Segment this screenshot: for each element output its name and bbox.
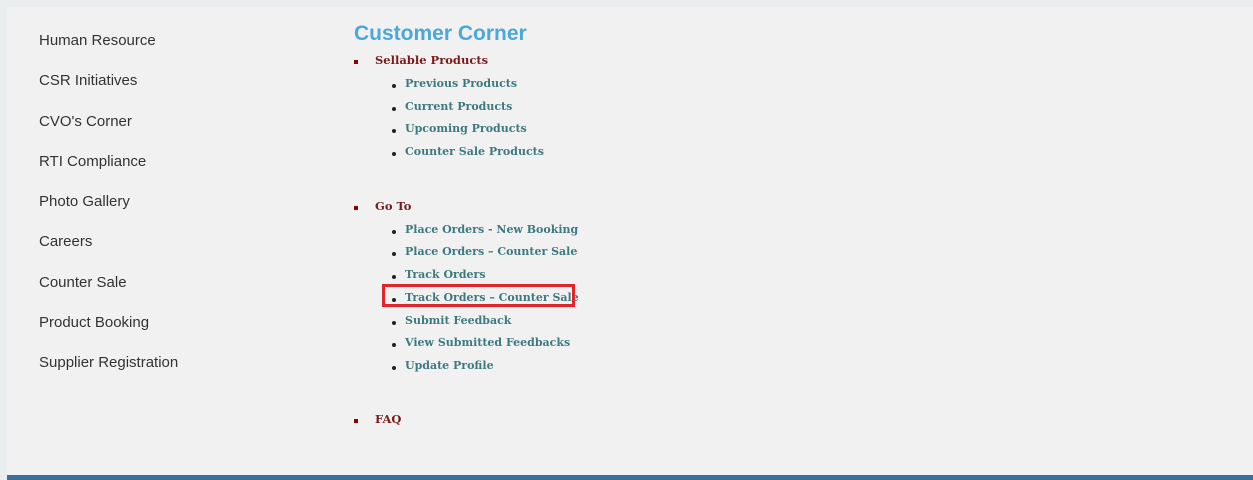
square-bullet-icon	[354, 418, 358, 423]
page-title: Customer Corner	[354, 22, 527, 45]
nav-item-csr-initiatives[interactable]: CSR Initiatives	[39, 61, 299, 101]
section-heading-go-to[interactable]: Go To	[354, 197, 954, 215]
page-frame: Human Resource CSR Initiatives CVO's Cor…	[7, 7, 1253, 480]
list-item: Current Products	[354, 96, 954, 119]
nav-item-careers[interactable]: Careers	[39, 222, 299, 262]
round-bullet-icon	[392, 129, 396, 134]
section-heading-label: FAQ	[375, 411, 402, 426]
list-item: View Submitted Feedbacks	[354, 332, 954, 355]
nav-item-counter-sale[interactable]: Counter Sale	[39, 263, 299, 303]
footer-bar	[7, 475, 1253, 480]
section-sellable-products: Sellable Products Previous Products Curr…	[354, 51, 954, 164]
round-bullet-icon	[392, 320, 396, 325]
round-bullet-icon	[392, 297, 396, 302]
round-bullet-icon	[392, 365, 396, 370]
section-heading-label: Sellable Products	[375, 53, 489, 67]
nav-item-cvos-corner[interactable]: CVO's Corner	[39, 102, 299, 142]
nav-item-photo-gallery[interactable]: Photo Gallery	[39, 182, 299, 222]
round-bullet-icon	[392, 343, 396, 348]
link-place-orders-new-booking[interactable]: Place Orders - New Booking	[405, 223, 578, 236]
list-item: Place Orders – Counter Sale	[354, 241, 954, 264]
link-previous-products[interactable]: Previous Products	[405, 77, 517, 90]
round-bullet-icon	[392, 275, 396, 280]
nav-item-supplier-registration[interactable]: Supplier Registration	[39, 343, 299, 383]
nav-item-product-booking[interactable]: Product Booking	[39, 303, 299, 343]
section-heading-faq[interactable]: FAQ	[354, 410, 954, 428]
link-place-orders-counter-sale[interactable]: Place Orders – Counter Sale	[405, 245, 577, 258]
section-faq: FAQ	[354, 410, 954, 428]
nav-item-human-resource[interactable]: Human Resource	[39, 21, 299, 61]
list-item: Update Profile	[354, 355, 954, 378]
round-bullet-icon	[392, 106, 396, 111]
link-track-orders[interactable]: Track Orders	[405, 268, 486, 281]
list-item: Submit Feedback	[354, 310, 954, 333]
list-item: Counter Sale Products	[354, 141, 954, 164]
section-go-to: Go To Place Orders - New Booking Place O…	[354, 197, 954, 378]
link-current-products[interactable]: Current Products	[405, 100, 512, 113]
link-update-profile[interactable]: Update Profile	[405, 359, 494, 372]
round-bullet-icon	[392, 229, 396, 234]
link-submit-feedback[interactable]: Submit Feedback	[405, 314, 511, 327]
list-item: Track Orders – Counter Sale	[354, 283, 954, 310]
round-bullet-icon	[392, 252, 396, 257]
square-bullet-icon	[354, 205, 358, 210]
go-to-list: Place Orders - New Booking Place Orders …	[354, 219, 954, 378]
link-view-submitted-feedbacks[interactable]: View Submitted Feedbacks	[405, 336, 570, 349]
section-heading-sellable-products[interactable]: Sellable Products	[354, 51, 954, 69]
main-content: Customer Corner Sellable Products Previo…	[354, 21, 954, 428]
square-bullet-icon	[354, 60, 358, 64]
highlight-box	[382, 283, 575, 307]
link-upcoming-products[interactable]: Upcoming Products	[405, 122, 527, 135]
round-bullet-icon	[392, 84, 396, 88]
list-item: Place Orders - New Booking	[354, 219, 954, 242]
round-bullet-icon	[392, 152, 396, 157]
nav-item-rti-compliance[interactable]: RTI Compliance	[39, 142, 299, 182]
sellable-products-list: Previous Products Current Products Upcom…	[354, 73, 954, 164]
list-item: Previous Products	[354, 73, 954, 96]
section-heading-label: Go To	[375, 198, 412, 213]
left-navigation: Human Resource CSR Initiatives CVO's Cor…	[39, 21, 299, 384]
list-item: Upcoming Products	[354, 118, 954, 141]
link-counter-sale-products[interactable]: Counter Sale Products	[405, 145, 544, 158]
